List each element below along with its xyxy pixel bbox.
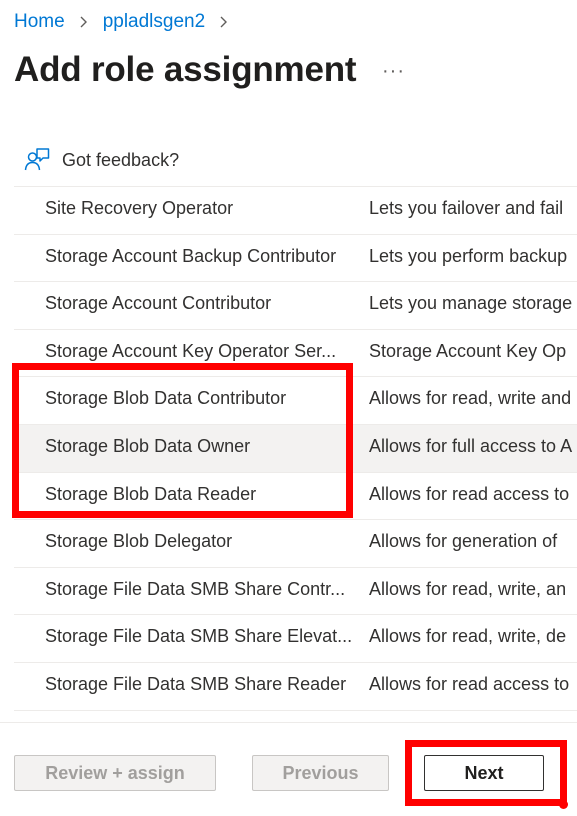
role-description: Lets you manage storage (369, 293, 573, 314)
role-name: Storage Blob Delegator (45, 531, 233, 552)
role-description: Allows for full access to A (369, 435, 573, 456)
role-row-selected[interactable]: Storage Blob Data Owner Allows for full a… (14, 424, 577, 473)
role-description: Allows for read, write, de (369, 626, 567, 647)
role-row[interactable]: Storage Blob Data Reader Allows for read … (14, 473, 577, 521)
more-options-icon[interactable]: ··· (382, 60, 405, 83)
review-assign-button[interactable]: Review + assign (14, 755, 216, 791)
role-description: Allows for read, write and (369, 388, 572, 409)
role-name: Storage File Data SMB Share Contr... (45, 578, 346, 599)
next-button[interactable]: Next (424, 755, 544, 791)
role-name: Storage File Data SMB Share Reader (45, 673, 347, 694)
role-row[interactable]: Site Recovery Operator Lets you failover … (14, 187, 577, 235)
highlight-dot (559, 800, 568, 809)
role-description: Allows for generation of (369, 531, 558, 552)
role-description: Allows for read, write (369, 711, 577, 723)
role-row[interactable]: Storage Blob Data Contributor Allows for … (14, 377, 577, 425)
role-description: Lets you failover and fail (369, 198, 564, 218)
role-name: Storage Account Contributor (45, 293, 272, 314)
role-row[interactable]: Storage Account Contributor Lets you mana… (14, 282, 577, 330)
footer-divider (0, 722, 577, 723)
role-description: Allows for read access to (369, 483, 570, 504)
role-name: Storage File Data SMB Share Elevat... (45, 626, 353, 647)
role-name: Storage Blob Data Contributor (45, 388, 287, 409)
role-row[interactable]: Storage Blob Delegator Allows for generat… (14, 520, 577, 568)
role-description: Lets you perform backup (369, 245, 568, 266)
breadcrumb-resource-link[interactable]: ppladlsgen2 (103, 11, 205, 33)
role-row[interactable]: Storage File Data SMB Share Reader Allows… (14, 663, 577, 711)
role-name: Storage Blob Data Owner (45, 435, 251, 456)
feedback-label: Got feedback? (62, 149, 180, 170)
role-name: Storage Account Backup Contributor (45, 245, 337, 266)
role-row[interactable]: Storage File Data SMB Share Elevat... All… (14, 615, 577, 663)
role-name: Storage Blob Data Reader (45, 483, 257, 504)
role-name: Site Recovery Operator (45, 198, 234, 218)
role-description: Allows for read, write, an (369, 578, 567, 599)
feedback-icon (24, 148, 50, 171)
role-row[interactable]: Storage Queue Data Contributor Allows for… (14, 711, 577, 723)
role-name: Storage Queue Data Contributor (45, 711, 363, 723)
role-row[interactable]: Storage File Data SMB Share Contr... Allo… (14, 568, 577, 616)
role-description: Storage Account Key Op (369, 340, 567, 361)
page-title: Add role assignment (14, 50, 357, 89)
previous-button[interactable]: Previous (252, 755, 389, 791)
chevron-right-icon (220, 16, 228, 28)
breadcrumb-home-link[interactable]: Home (14, 11, 65, 33)
chevron-right-icon (80, 16, 87, 28)
role-description: Allows for read access to (369, 673, 570, 694)
feedback-link[interactable]: Got feedback? (24, 145, 179, 175)
roles-list: Site Recovery Operator Lets you failover … (14, 186, 577, 722)
breadcrumb: Home ppladlsgen2 (14, 10, 232, 34)
role-name: Storage Account Key Operator Ser... (45, 340, 337, 361)
role-row[interactable]: Storage Account Key Operator Ser... Stora… (14, 330, 577, 378)
role-row[interactable]: Storage Account Backup Contributor Lets y… (14, 235, 577, 283)
